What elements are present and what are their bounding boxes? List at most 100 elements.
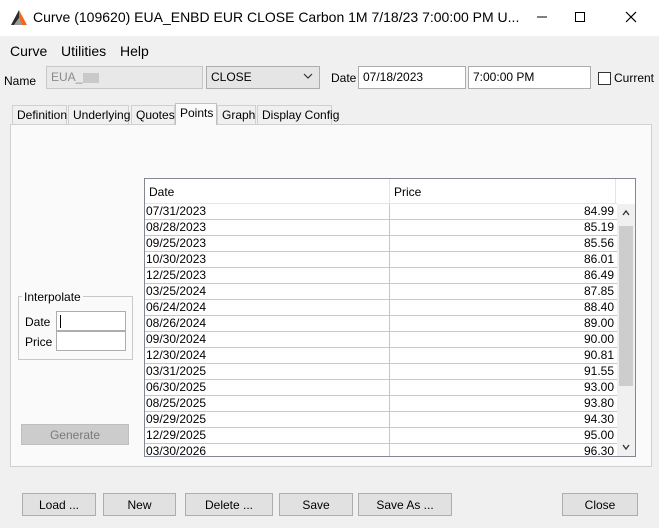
cell-date[interactable]: 03/30/2026: [145, 444, 390, 456]
chevron-down-icon: [303, 73, 313, 79]
time-field[interactable]: 7:00:00 PM: [468, 66, 591, 89]
interpolate-price-input[interactable]: [56, 331, 126, 351]
window-title: Curve (109620) EUA_ENBD EUR CLOSE Carbon…: [33, 9, 520, 25]
scroll-down-button[interactable]: [617, 438, 635, 456]
cell-price[interactable]: 85.56: [390, 236, 616, 252]
text-cursor: [60, 315, 61, 329]
table-row[interactable]: 08/25/2025 93.80: [145, 396, 617, 412]
table-row[interactable]: 10/30/2023 86.01: [145, 252, 617, 268]
cell-price[interactable]: 86.49: [390, 268, 616, 284]
table-row[interactable]: 07/31/2023 84.99: [145, 204, 617, 220]
table-row[interactable]: 03/25/2024 87.85: [145, 284, 617, 300]
cell-date[interactable]: 12/25/2023: [145, 268, 390, 284]
close-button[interactable]: Close: [562, 493, 638, 516]
tab-quotes[interactable]: Quotes: [131, 105, 175, 124]
price-type-select[interactable]: CLOSE: [206, 66, 320, 89]
menu-utilities[interactable]: Utilities: [61, 43, 106, 59]
chevron-down-icon: [622, 444, 630, 451]
save-as-button[interactable]: Save As ...: [358, 493, 452, 516]
menu-help[interactable]: Help: [120, 43, 149, 59]
table-row[interactable]: 06/24/2024 88.40: [145, 300, 617, 316]
cell-price[interactable]: 90.00: [390, 332, 616, 348]
scroll-up-button[interactable]: [617, 204, 635, 222]
interpolate-title: Interpolate: [22, 290, 83, 304]
table-row[interactable]: 06/30/2025 93.00: [145, 380, 617, 396]
cell-price[interactable]: 89.00: [390, 316, 616, 332]
name-label: Name: [4, 74, 37, 88]
column-header-price[interactable]: Price: [390, 179, 616, 204]
tab-display-config[interactable]: Display Config: [257, 105, 339, 124]
menu-curve[interactable]: Curve: [10, 43, 47, 59]
table-row[interactable]: 09/25/2023 85.56: [145, 236, 617, 252]
cell-price[interactable]: 91.55: [390, 364, 616, 380]
cell-date[interactable]: 12/30/2024: [145, 348, 390, 364]
cell-date[interactable]: 08/25/2025: [145, 396, 390, 412]
interpolate-price-label: Price: [25, 335, 53, 349]
table-row[interactable]: 12/30/2024 90.81: [145, 348, 617, 364]
current-label: Current: [614, 71, 655, 85]
date-label: Date: [331, 71, 357, 85]
cell-date[interactable]: 09/29/2025: [145, 412, 390, 428]
maximize-button[interactable]: [557, 0, 603, 34]
table-row[interactable]: 08/26/2024 89.00: [145, 316, 617, 332]
maximize-icon: [575, 12, 585, 22]
table-row[interactable]: 09/30/2024 90.00: [145, 332, 617, 348]
cell-price[interactable]: 85.19: [390, 220, 616, 236]
load-button[interactable]: Load ...: [22, 493, 96, 516]
table-row[interactable]: 03/30/2026 96.30: [145, 444, 617, 456]
cell-date[interactable]: 12/29/2025: [145, 428, 390, 444]
cell-price[interactable]: 93.80: [390, 396, 616, 412]
name-redacted: [83, 72, 100, 83]
tab-underlying[interactable]: Underlying: [68, 105, 130, 124]
cell-date[interactable]: 09/30/2024: [145, 332, 390, 348]
generate-button[interactable]: Generate: [21, 424, 129, 445]
cell-price[interactable]: 93.00: [390, 380, 616, 396]
cell-date[interactable]: 08/28/2023: [145, 220, 390, 236]
cell-date[interactable]: 03/25/2024: [145, 284, 390, 300]
interpolate-date-label: Date: [25, 315, 51, 329]
cell-date[interactable]: 07/31/2023: [145, 204, 390, 220]
cell-date[interactable]: 03/31/2025: [145, 364, 390, 380]
date-field[interactable]: 07/18/2023: [358, 66, 466, 89]
tab-definition[interactable]: Definition: [12, 105, 67, 124]
price-type-value: CLOSE: [211, 70, 252, 84]
cell-price[interactable]: 94.30: [390, 412, 616, 428]
table-row[interactable]: 12/29/2025 95.00: [145, 428, 617, 444]
name-field: EUA_: [46, 66, 203, 89]
cell-date[interactable]: 08/26/2024: [145, 316, 390, 332]
table-row[interactable]: 09/29/2025 94.30: [145, 412, 617, 428]
cell-price[interactable]: 90.81: [390, 348, 616, 364]
cell-date[interactable]: 09/25/2023: [145, 236, 390, 252]
table-row[interactable]: 12/25/2023 86.49: [145, 268, 617, 284]
cell-date[interactable]: 06/24/2024: [145, 300, 390, 316]
name-value: EUA_: [51, 70, 83, 84]
save-button[interactable]: Save: [279, 493, 353, 516]
interpolate-date-input[interactable]: [56, 311, 126, 331]
cell-price[interactable]: 95.00: [390, 428, 616, 444]
vertical-scrollbar[interactable]: [617, 204, 635, 456]
new-button[interactable]: New: [103, 493, 176, 516]
cell-price[interactable]: 87.85: [390, 284, 616, 300]
minimize-icon: [537, 16, 547, 18]
delete-button[interactable]: Delete ...: [185, 493, 273, 516]
cell-price[interactable]: 86.01: [390, 252, 616, 268]
cell-date[interactable]: 10/30/2023: [145, 252, 390, 268]
app-logo-icon: [11, 10, 27, 25]
table-header: Date Price: [145, 179, 617, 204]
tab-points[interactable]: Points: [175, 103, 217, 125]
table-body: 07/31/2023 84.99 08/28/2023 85.19 09/25/2023…: [145, 204, 617, 456]
cell-price[interactable]: 84.99: [390, 204, 616, 220]
table-row[interactable]: 03/31/2025 91.55: [145, 364, 617, 380]
current-checkbox[interactable]: [598, 72, 611, 85]
close-icon: [625, 11, 637, 23]
tab-graph[interactable]: Graph: [217, 105, 256, 124]
column-header-date[interactable]: Date: [145, 179, 390, 204]
chevron-up-icon: [622, 209, 630, 216]
cell-price[interactable]: 88.40: [390, 300, 616, 316]
close-window-button[interactable]: [608, 0, 654, 34]
scrollbar-thumb[interactable]: [619, 226, 633, 386]
points-table[interactable]: Date Price 07/31/2023 84.99 08/28/2023 85.1…: [144, 178, 636, 457]
cell-price[interactable]: 96.30: [390, 444, 616, 456]
cell-date[interactable]: 06/30/2025: [145, 380, 390, 396]
table-row[interactable]: 08/28/2023 85.19: [145, 220, 617, 236]
